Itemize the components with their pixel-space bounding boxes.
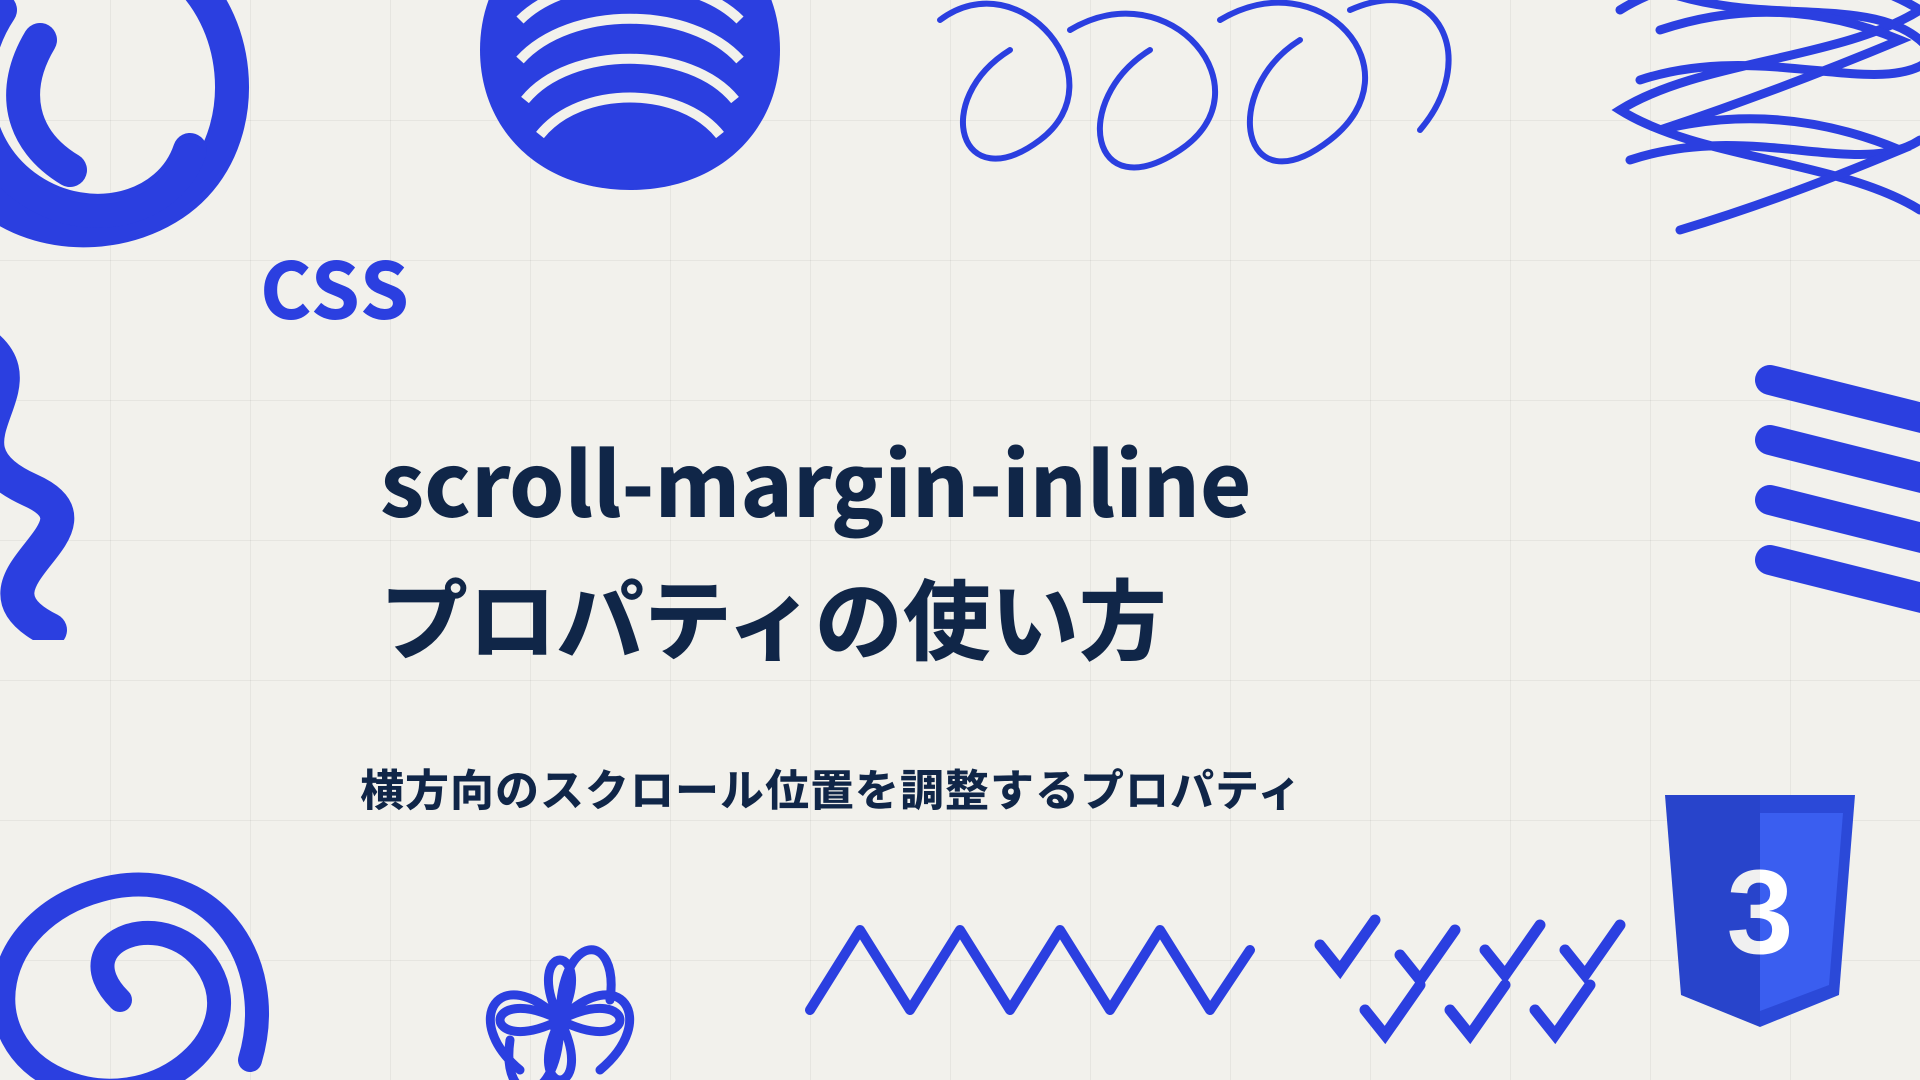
title-line-2: プロパティの使い方	[380, 548, 1252, 684]
category-label: CSS	[260, 230, 411, 342]
css3-badge-icon: 3	[1655, 795, 1865, 1035]
subtitle: 横方向のスクロール位置を調整するプロパティ	[360, 755, 1302, 819]
title-line-1: scroll-margin-inline	[380, 412, 1252, 548]
main-content: CSS scroll-margin-inline プロパティの使い方 横方向のス…	[0, 0, 1920, 1080]
page-title: scroll-margin-inline プロパティの使い方	[380, 412, 1252, 685]
